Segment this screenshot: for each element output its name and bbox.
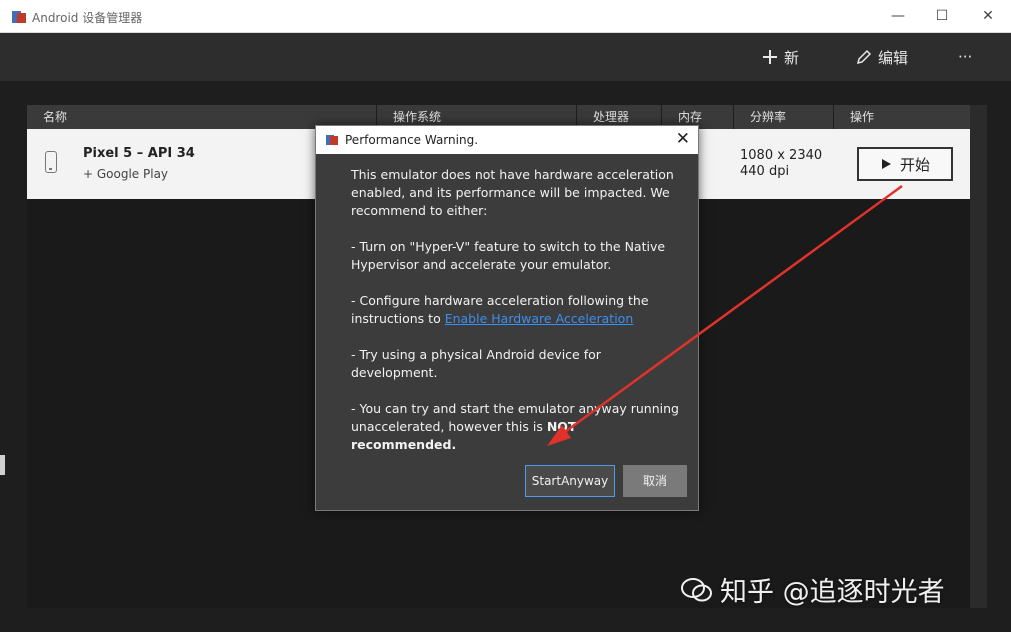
configure-paragraph: - Configure hardware acceleration follow… <box>351 292 681 328</box>
dialog-title-bar: Performance Warning. ✕ <box>316 126 698 154</box>
start-anyway-button[interactable]: StartAnyway <box>525 465 615 497</box>
more-icon: ··· <box>958 48 973 66</box>
cancel-button[interactable]: 取消 <box>623 465 687 497</box>
close-icon[interactable]: ✕ <box>676 129 690 149</box>
window-title: Android 设备管理器 <box>32 11 143 25</box>
warning-paragraph: This emulator does not have hardware acc… <box>351 167 674 218</box>
more-options-button[interactable]: ··· <box>958 45 972 69</box>
app-icon <box>326 135 338 145</box>
dialog-message: This emulator does not have hardware acc… <box>351 166 681 472</box>
resolution-size: 1080 x 2340 <box>740 148 823 163</box>
performance-warning-dialog: Performance Warning. ✕ This emulator doe… <box>315 125 699 511</box>
maximize-button[interactable]: ☐ <box>919 0 965 33</box>
watermark-text: 知乎 @追逐时光者 <box>720 577 945 608</box>
device-resolution: 1080 x 2340 440 dpi <box>740 148 822 180</box>
device-name: Pixel 5 – API 34 <box>83 146 195 161</box>
title-bar: Android 设备管理器 — ☐ ✕ <box>0 0 1011 33</box>
start-anyway-paragraph: - You can try and start the emulator any… <box>351 400 681 454</box>
column-header-actions[interactable]: 操作 <box>834 105 970 129</box>
edit-button-label: 编辑 <box>878 48 909 67</box>
pencil-icon <box>856 49 872 65</box>
enable-acceleration-link[interactable]: Enable Hardware Acceleration <box>445 311 634 326</box>
dialog-title: Performance Warning. <box>345 133 479 147</box>
hyperv-paragraph: - Turn on "Hyper-V" feature to switch to… <box>351 239 666 272</box>
start-anyway-text: - You can try and start the emulator any… <box>351 401 679 434</box>
new-button[interactable]: 新 <box>762 45 799 69</box>
device-manager-window: Android 设备管理器 — ☐ ✕ 新 编辑 ··· 名称 操作系统 处理器… <box>0 0 1011 632</box>
app-icon <box>12 11 26 23</box>
edit-button[interactable]: 编辑 <box>856 45 908 69</box>
phone-icon <box>45 151 57 173</box>
play-icon <box>881 159 891 169</box>
close-window-button[interactable]: ✕ <box>965 0 1011 33</box>
new-button-label: 新 <box>784 48 800 67</box>
wechat-icon <box>681 577 712 601</box>
minimize-button[interactable]: — <box>875 0 921 33</box>
start-device-button[interactable]: 开始 <box>857 147 953 181</box>
scrollbar[interactable] <box>970 105 987 608</box>
background-window-edge <box>0 455 5 475</box>
plus-icon <box>763 50 777 64</box>
watermark: 知乎 @追逐时光者 <box>680 570 945 609</box>
column-header-resolution[interactable]: 分辨率 <box>734 105 834 129</box>
device-subtitle: + Google Play <box>83 167 169 181</box>
start-button-label: 开始 <box>899 155 930 174</box>
resolution-dpi: 440 dpi <box>740 164 790 179</box>
toolbar: 新 编辑 ··· <box>0 33 1011 81</box>
physical-device-paragraph: - Try using a physical Android device fo… <box>351 347 601 380</box>
